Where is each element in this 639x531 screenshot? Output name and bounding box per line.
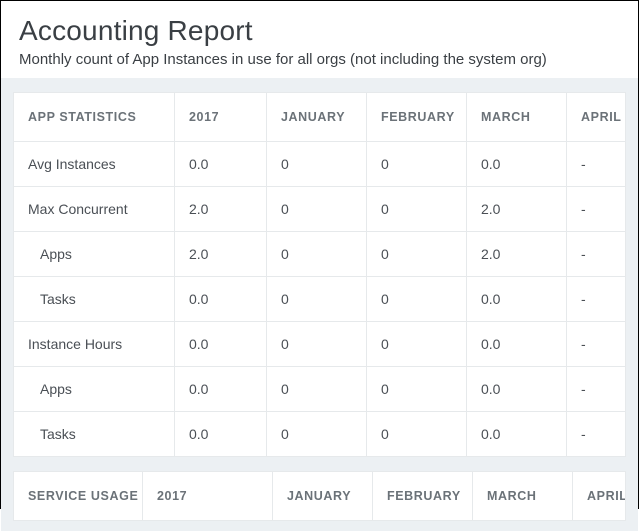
cell-value: - — [567, 277, 626, 322]
cell-value: 2.0 — [175, 232, 267, 277]
col-header-service-usage: SERVICE USAGE — [13, 471, 143, 521]
row-label: Apps — [13, 367, 175, 412]
table-header-row: SERVICE USAGE 2017 JANUARY FEBRUARY MARC… — [13, 471, 626, 521]
cell-value: 2.0 — [175, 187, 267, 232]
col-header-march: MARCH — [467, 92, 567, 142]
cell-value: 0.0 — [467, 142, 567, 187]
cell-value: 0.0 — [467, 412, 567, 457]
row-label: Instance Hours — [13, 322, 175, 367]
table-row: Tasks0.0000.0- — [13, 412, 626, 457]
cell-value: 0.0 — [175, 367, 267, 412]
cell-value: 0 — [267, 322, 367, 367]
col-header-february: FEBRUARY — [373, 471, 473, 521]
cell-value: 0 — [267, 277, 367, 322]
cell-value: 0.0 — [467, 367, 567, 412]
cell-value: - — [567, 367, 626, 412]
table-header-row: APP STATISTICS 2017 JANUARY FEBRUARY MAR… — [13, 92, 626, 142]
col-header-april: APRIL — [573, 471, 626, 521]
cell-value: 2.0 — [467, 232, 567, 277]
row-label: Tasks — [13, 277, 175, 322]
cell-value: - — [567, 322, 626, 367]
cell-value: 0 — [267, 142, 367, 187]
col-header-statistics: APP STATISTICS — [13, 92, 175, 142]
col-header-year: 2017 — [175, 92, 267, 142]
page-title: Accounting Report — [19, 15, 620, 47]
cell-value: 0.0 — [175, 277, 267, 322]
row-label: Apps — [13, 232, 175, 277]
col-header-january: JANUARY — [267, 92, 367, 142]
table-row: Instance Hours0.0000.0- — [13, 322, 626, 367]
cell-value: 0 — [367, 187, 467, 232]
content-area: APP STATISTICS 2017 JANUARY FEBRUARY MAR… — [1, 78, 638, 531]
cell-value: 0 — [267, 412, 367, 457]
cell-value: 0 — [367, 142, 467, 187]
col-header-march: MARCH — [473, 471, 573, 521]
cell-value: 0 — [367, 322, 467, 367]
row-label: Avg Instances — [13, 142, 175, 187]
cell-value: 0 — [267, 187, 367, 232]
col-header-year: 2017 — [143, 471, 273, 521]
cell-value: 0 — [267, 232, 367, 277]
table-row: Apps0.0000.0- — [13, 367, 626, 412]
cell-value: - — [567, 412, 626, 457]
col-header-february: FEBRUARY — [367, 92, 467, 142]
cell-value: 0 — [367, 412, 467, 457]
cell-value: 0 — [367, 367, 467, 412]
cell-value: - — [567, 187, 626, 232]
cell-value: 0.0 — [175, 142, 267, 187]
page-subtitle: Monthly count of App Instances in use fo… — [19, 51, 620, 68]
table-row: Tasks0.0000.0- — [13, 277, 626, 322]
row-label: Tasks — [13, 412, 175, 457]
table-row: Avg Instances0.0000.0- — [13, 142, 626, 187]
cell-value: 0.0 — [467, 322, 567, 367]
cell-value: 0 — [367, 277, 467, 322]
col-header-january: JANUARY — [273, 471, 373, 521]
table-row: Apps2.0002.0- — [13, 232, 626, 277]
col-header-april: APRIL — [567, 92, 626, 142]
cell-value: 0.0 — [467, 277, 567, 322]
cell-value: 0 — [367, 232, 467, 277]
cell-value: 2.0 — [467, 187, 567, 232]
app-statistics-table: APP STATISTICS 2017 JANUARY FEBRUARY MAR… — [13, 92, 626, 457]
report-header: Accounting Report Monthly count of App I… — [1, 1, 638, 78]
cell-value: - — [567, 142, 626, 187]
cell-value: 0 — [267, 367, 367, 412]
cell-value: - — [567, 232, 626, 277]
cell-value: 0.0 — [175, 322, 267, 367]
row-label: Max Concurrent — [13, 187, 175, 232]
service-usage-table: SERVICE USAGE 2017 JANUARY FEBRUARY MARC… — [13, 471, 626, 521]
table-row: Max Concurrent2.0002.0- — [13, 187, 626, 232]
cell-value: 0.0 — [175, 412, 267, 457]
